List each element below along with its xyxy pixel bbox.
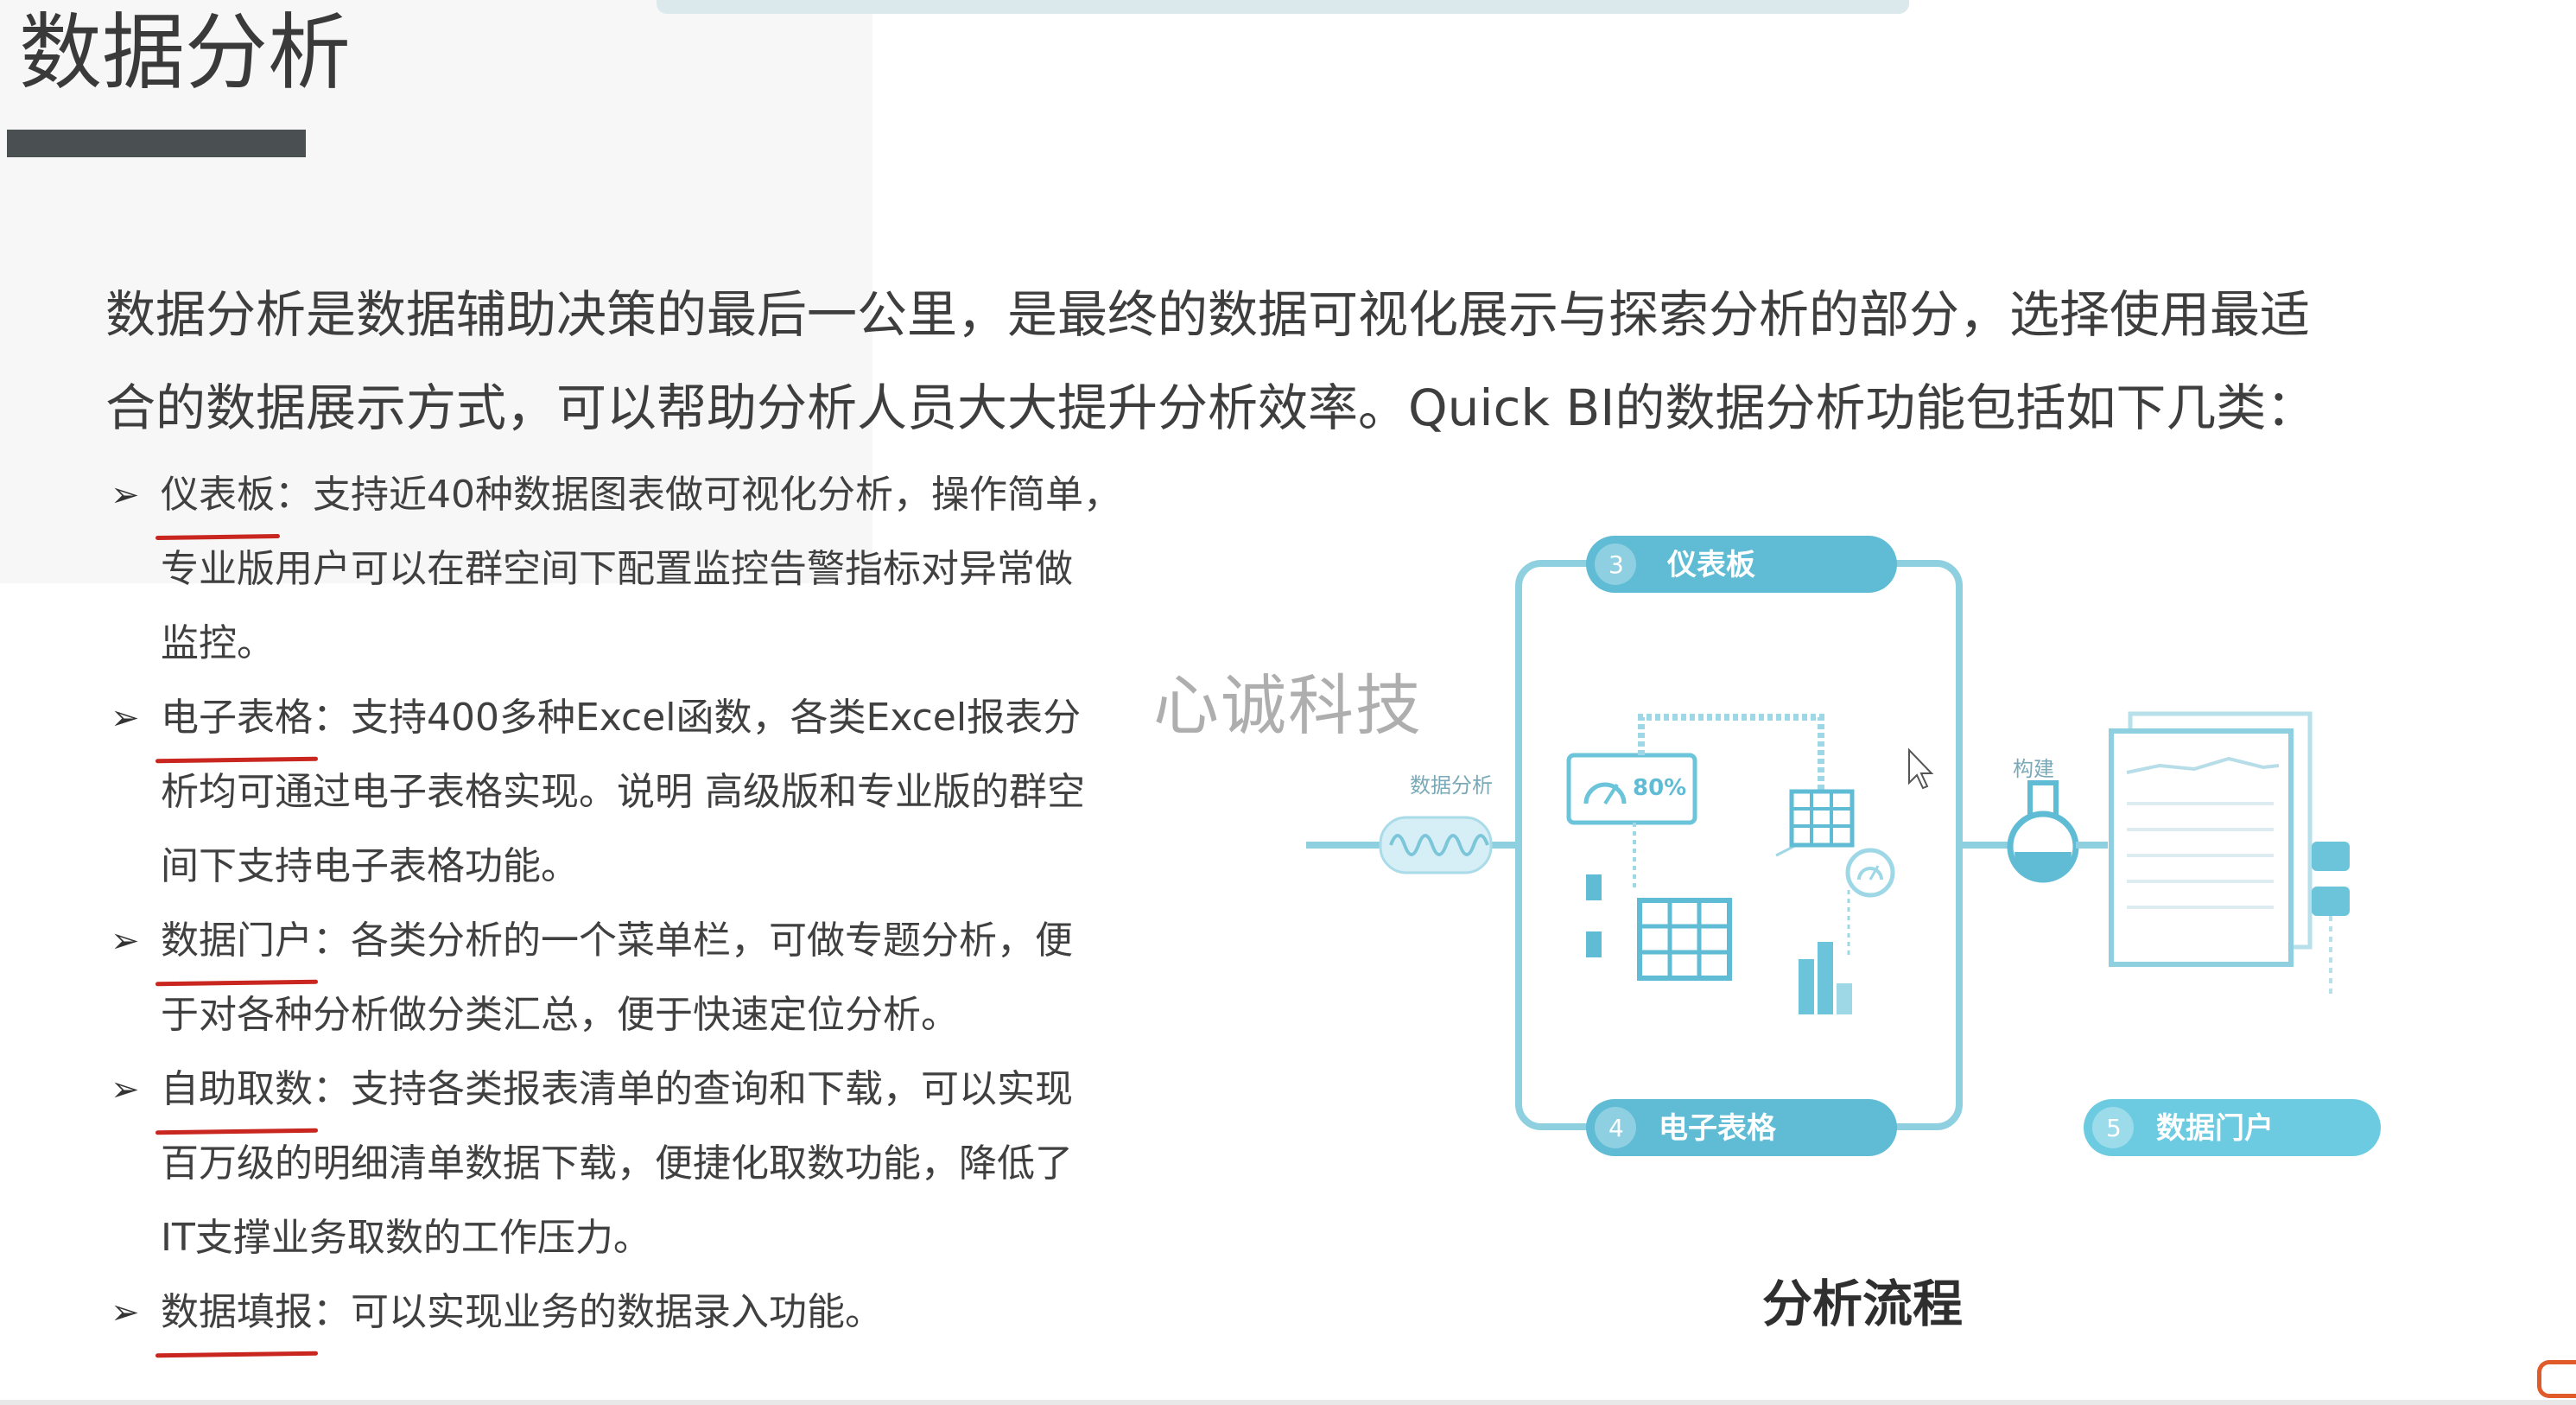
gauge-value: 80%: [1633, 775, 1686, 801]
feature-name: 数据填报: [161, 1275, 313, 1350]
diagram-caption: 分析流程: [1762, 1275, 1964, 1333]
mouse-cursor-icon: [1908, 747, 1934, 790]
bar-chart-icon: [1799, 942, 1852, 1014]
intro-line-2: 合的数据展示方式，可以帮助分析人员大大提升分析效率。Quick BI的数据分析功…: [105, 378, 2317, 437]
feature-item-spreadsheet: ➢ 电子表格：支持400多种Excel函数，各类Excel报表分 析均可通过电子…: [111, 681, 1199, 904]
flask-label: 构建: [2013, 757, 2054, 781]
bullet-arrow-icon: ➢: [111, 475, 140, 515]
dial-icon: [1845, 848, 1895, 898]
report-document-icon: [2109, 711, 2350, 994]
analysis-flow-diagram: 数据分析 80% 3 仪表板 4 电子表格 构建 5 数据门户: [1306, 536, 2381, 1156]
title-underline: [7, 130, 306, 157]
feature-text: 于对各种分析做分类汇总，便于快速定位分析。: [161, 993, 959, 1037]
page-title: 数据分析: [19, 4, 351, 101]
step-pill-spreadsheet: 4 电子表格: [1586, 1099, 1897, 1156]
input-label: 数据分析: [1410, 773, 1493, 798]
feature-item-portal: ➢ 数据门户：各类分析的一个菜单栏，可做专题分析，便 于对各种分析做分类汇总，便…: [111, 904, 1199, 1052]
feature-text: ：可以实现业务的数据录入功能。: [313, 1290, 883, 1334]
feature-text: 监控。: [161, 621, 275, 665]
feature-item-data-entry: ➢ 数据填报：可以实现业务的数据录入功能。: [111, 1275, 1199, 1350]
step-pill-portal: 5 数据门户: [2084, 1099, 2381, 1156]
input-pipe: 数据分析: [1306, 773, 1520, 874]
feature-name: 数据门户: [161, 904, 313, 978]
bullet-arrow-icon: ➢: [111, 1293, 140, 1332]
feature-name: 仪表板: [161, 458, 275, 532]
grid-table-icon: [1789, 789, 1855, 848]
bullet-arrow-icon: ➢: [111, 921, 140, 961]
feature-list: ➢ 仪表板：支持近40种数据图表做可视化分析，操作简单， 专业版用户可以在群空间…: [111, 458, 1199, 1350]
feature-text: 间下支持电子表格功能。: [161, 844, 579, 888]
intro-line-1: 数据分析是数据辅助决策的最后一公里，是最终的数据可视化展示与探索分析的部分，选择…: [105, 285, 2311, 344]
step-number: 3: [1608, 550, 1624, 579]
step-label: 电子表格: [1659, 1111, 1777, 1146]
step-number: 5: [2106, 1114, 2122, 1142]
step-number: 4: [1608, 1114, 1624, 1142]
step-pill-dashboard: 3 仪表板: [1586, 536, 1897, 593]
feature-name: 电子表格: [161, 681, 313, 755]
gauge-panel-icon: 80%: [1566, 753, 1697, 825]
top-decoration-bar: [657, 0, 1909, 14]
feature-text: 专业版用户可以在群空间下配置监控告警指标对异常做: [161, 547, 1073, 591]
feature-text: ：支持各类报表清单的查询和下载，可以实现: [313, 1067, 1073, 1111]
feature-text: ：各类分析的一个菜单栏，可做专题分析，便: [313, 919, 1073, 963]
bottom-divider: [0, 1400, 2576, 1405]
feature-name: 自助取数: [161, 1052, 313, 1127]
data-table-icon: [1586, 874, 1732, 981]
slide: 数据分析 数据分析是数据辅助决策的最后一公里，是最终的数据可视化展示与探索分析的…: [0, 0, 2576, 1405]
bullet-arrow-icon: ➢: [111, 698, 140, 738]
feature-text: IT支撑业务取数的工作压力。: [161, 1216, 651, 1260]
bullet-arrow-icon: ➢: [111, 1070, 140, 1109]
feature-item-dashboard: ➢ 仪表板：支持近40种数据图表做可视化分析，操作简单， 专业版用户可以在群空间…: [111, 458, 1199, 681]
corner-logo-icon: [2537, 1360, 2576, 1398]
feature-text: ：支持400多种Excel函数，各类Excel报表分: [313, 696, 1082, 740]
feature-item-self-service: ➢ 自助取数：支持各类报表清单的查询和下载，可以实现 百万级的明细清单数据下载，…: [111, 1052, 1199, 1275]
intro-paragraph: 数据分析是数据辅助决策的最后一公里，是最终的数据可视化展示与探索分析的部分，选择…: [105, 268, 2438, 455]
main-frame: [1515, 560, 1963, 1130]
feature-text: ：支持近40种数据图表做可视化分析，操作简单，: [275, 473, 1121, 517]
step-label: 仪表板: [1666, 548, 1755, 582]
feature-text: 析均可通过电子表格实现。说明 高级版和专业版的群空: [161, 770, 1085, 814]
flask-icon: 构建: [2007, 757, 2079, 883]
feature-text: 百万级的明细清单数据下载，便捷化取数功能，降低了: [161, 1141, 1073, 1186]
step-label: 数据门户: [2156, 1111, 2274, 1146]
